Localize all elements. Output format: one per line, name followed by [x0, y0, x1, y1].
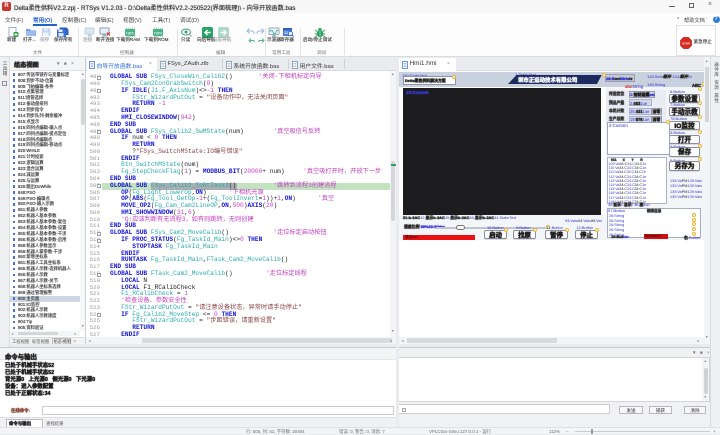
svg-text:ram: ram [126, 30, 134, 35]
svg-text:rom: rom [154, 30, 162, 35]
svg-text:STOP: STOP [682, 41, 690, 45]
